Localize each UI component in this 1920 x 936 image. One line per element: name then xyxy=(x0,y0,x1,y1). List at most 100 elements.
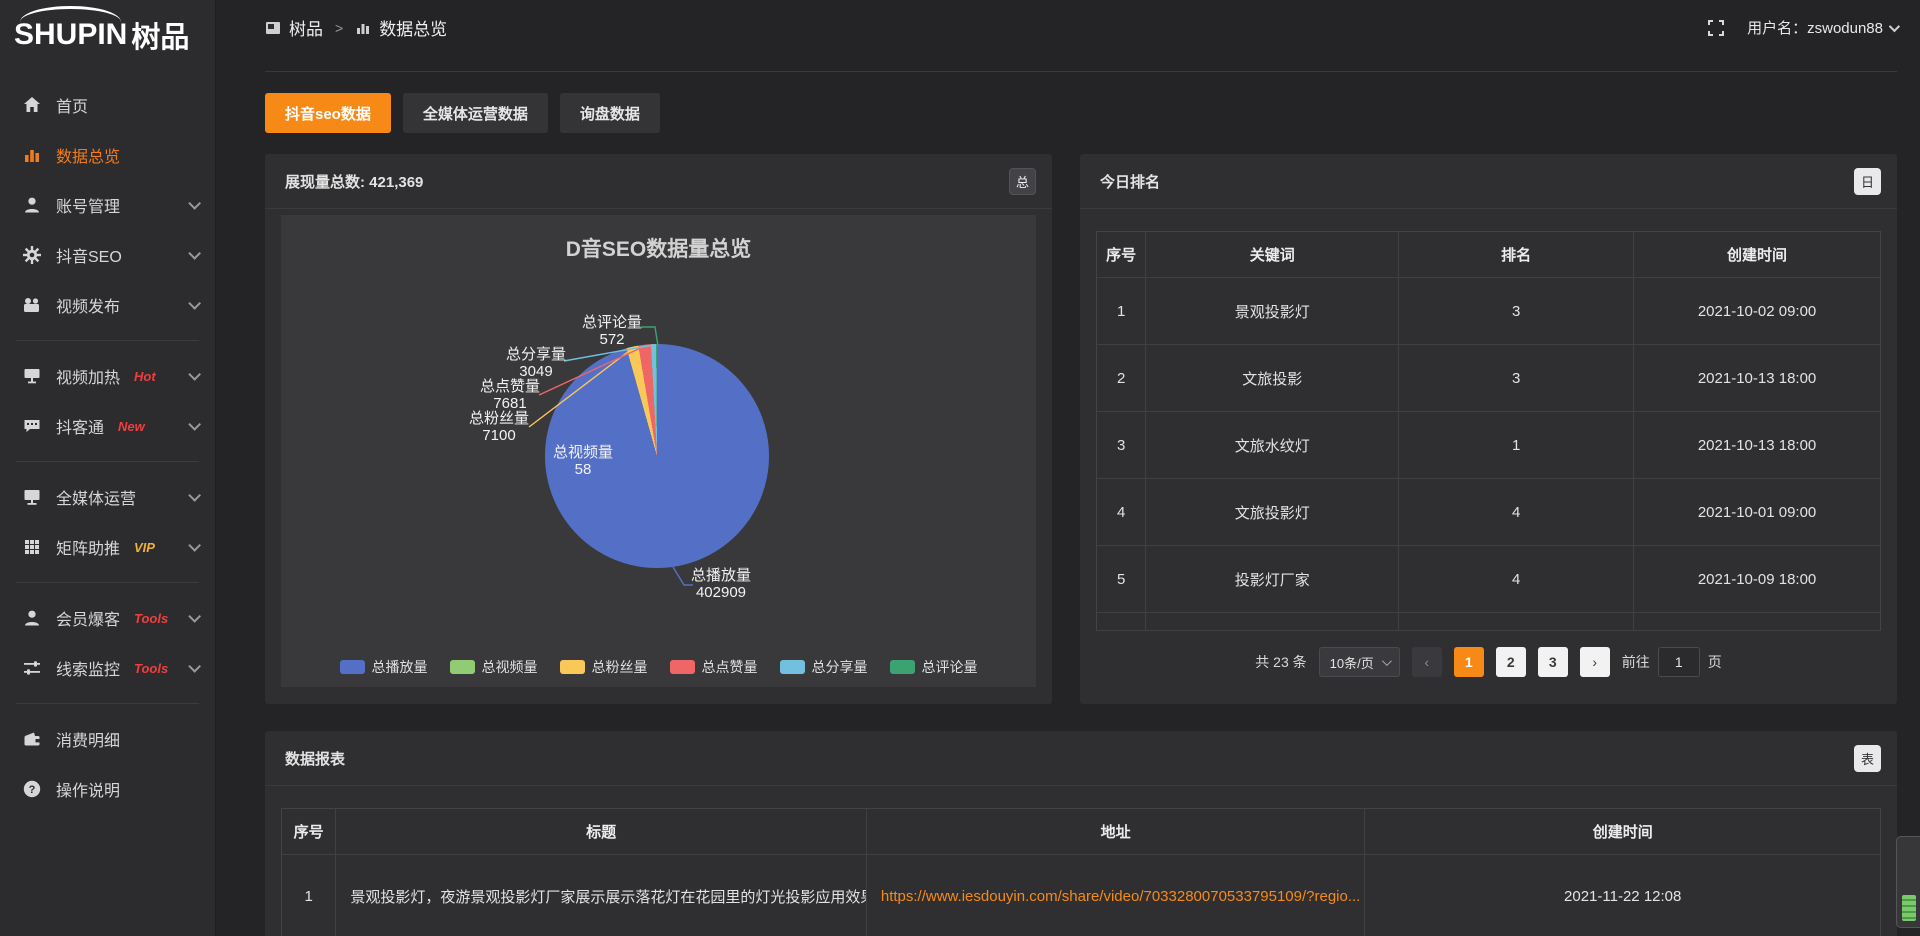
table-cell: 2021-10-01 09:00 xyxy=(1634,479,1880,545)
sidebar-item-label: 数据总览 xyxy=(56,143,120,167)
table-row: 4文旅投影灯42021-10-01 09:00 xyxy=(1097,479,1880,546)
table-cell: 景观投影灯 xyxy=(1146,278,1399,344)
ranking-panel: 今日排名 日 序号关键词排名创建时间1景观投影灯32021-10-02 09:0… xyxy=(1080,154,1897,704)
sidebar-item-7[interactable]: 抖客通New xyxy=(0,401,215,451)
logo-en-wrap: SHUPIN xyxy=(14,18,127,52)
created-time: 2021-11-22 12:08 xyxy=(1365,855,1880,936)
table-cell: 2021-10-13 18:00 xyxy=(1634,345,1880,411)
sidebar-item-10[interactable]: 会员爆客Tools xyxy=(0,593,215,643)
breadcrumb-current: 数据总览 xyxy=(379,15,447,40)
legend-item-总播放量[interactable]: 总播放量 xyxy=(340,657,428,677)
impressions-panel: 展现量总数: 421,369 总 D音SEO数据量总览 总播放量402909总视… xyxy=(265,154,1052,704)
pie-label-总粉丝量: 总粉丝量7100 xyxy=(469,410,529,444)
next-page-button[interactable]: › xyxy=(1580,647,1610,677)
page-size-value: 10条/页 xyxy=(1330,653,1374,672)
chevron-down-icon xyxy=(188,368,201,381)
sidebar-item-6[interactable]: 视频加热Hot xyxy=(0,351,215,401)
sidebar-item-label: 账号管理 xyxy=(56,193,120,217)
column-header: 创建时间 xyxy=(1634,232,1880,277)
chevron-down-icon xyxy=(188,297,201,310)
username-label: 用户名：zswodun88 xyxy=(1747,17,1883,38)
report-panel-header: 数据报表 表 xyxy=(265,731,1897,786)
column-header: 创建时间 xyxy=(1365,809,1880,854)
sidebar-item-3[interactable]: 账号管理 xyxy=(0,180,215,230)
sidebar-item-12[interactable]: 消费明细 xyxy=(0,714,215,764)
column-header: 序号 xyxy=(1097,232,1146,277)
page-button-3[interactable]: 3 xyxy=(1538,647,1568,677)
sidebar-item-13[interactable]: ?操作说明 xyxy=(0,764,215,814)
table-cell: 5 xyxy=(1097,546,1146,612)
pie-label-总视频量: 总视频量58 xyxy=(553,444,613,478)
sidebar-item-label: 消费明细 xyxy=(56,727,120,751)
table-header-row: 序号关键词排名创建时间 xyxy=(1097,232,1880,278)
main-area: 树品 > 数据总览 用户名：zswodun88 抖音s xyxy=(216,0,1920,936)
sidebar-item-5[interactable]: 视频发布 xyxy=(0,280,215,330)
logo-text-cn: 树品 xyxy=(131,14,189,56)
message-icon xyxy=(22,416,42,436)
ranking-table: 序号关键词排名创建时间1景观投影灯32021-10-02 09:002文旅投影3… xyxy=(1096,231,1881,631)
sidebar-badge: VIP xyxy=(134,540,155,555)
video-title: 景观投影灯，夜游景观投影灯厂家展示展示落花灯在花园里的灯光投影应用效果 # xyxy=(336,855,867,936)
total-view-button[interactable]: 总 xyxy=(1009,168,1036,195)
legend-swatch xyxy=(340,660,365,674)
sidebar-item-label: 线索监控 xyxy=(56,656,120,680)
pie-label-总评论量: 总评论量572 xyxy=(582,314,642,348)
sidebar-item-11[interactable]: 线索监控Tools xyxy=(0,643,215,693)
user-menu[interactable]: 用户名：zswodun88 xyxy=(1747,17,1897,38)
chevron-down-icon xyxy=(1889,20,1900,31)
legend-item-总评论量[interactable]: 总评论量 xyxy=(890,657,978,677)
page-size-select[interactable]: 10条/页 xyxy=(1319,647,1400,677)
tab-1[interactable]: 抖音seo数据 xyxy=(265,93,391,133)
table-cell: 3 xyxy=(1399,345,1634,411)
legend-label: 总分享量 xyxy=(812,657,868,677)
goto-page-input[interactable] xyxy=(1658,647,1700,677)
legend-item-总粉丝量[interactable]: 总粉丝量 xyxy=(560,657,648,677)
table-view-button[interactable]: 表 xyxy=(1854,745,1881,772)
floating-widget[interactable] xyxy=(1896,836,1920,928)
sidebar-divider xyxy=(16,703,199,704)
legend-item-总点赞量[interactable]: 总点赞量 xyxy=(670,657,758,677)
sidebar-divider xyxy=(16,340,199,341)
page-button-2[interactable]: 2 xyxy=(1496,647,1526,677)
pie-label-总播放量: 总播放量402909 xyxy=(691,567,751,601)
topbar: 树品 > 数据总览 用户名：zswodun88 xyxy=(265,0,1897,55)
tab-2[interactable]: 全媒体运营数据 xyxy=(403,93,548,133)
pagination: 共 23 条 10条/页 ‹ 123 › 前往 页 xyxy=(1080,647,1897,677)
sidebar-item-9[interactable]: 矩阵助推VIP xyxy=(0,522,215,572)
fullscreen-icon[interactable] xyxy=(1707,19,1725,37)
legend-item-总视频量[interactable]: 总视频量 xyxy=(450,657,538,677)
table-row: 2文旅投影32021-10-13 18:00 xyxy=(1097,345,1880,412)
chart-legend: 总播放量 总视频量 总粉丝量 总点赞量 总分享量 总评论量 xyxy=(281,657,1036,677)
sidebar: SHUPIN 树品 首页数据总览账号管理抖音SEO视频发布视频加热Hot抖客通N… xyxy=(0,0,216,936)
pie-label-总分享量: 总分享量3049 xyxy=(506,346,566,380)
panels-row: 展现量总数: 421,369 总 D音SEO数据量总览 总播放量402909总视… xyxy=(265,154,1897,704)
page-button-1[interactable]: 1 xyxy=(1454,647,1484,677)
tab-3[interactable]: 询盘数据 xyxy=(560,93,660,133)
day-view-button[interactable]: 日 xyxy=(1854,168,1881,195)
video-url-link[interactable]: https://www.iesdouyin.com/share/video/70… xyxy=(867,855,1366,936)
sliders-icon xyxy=(22,658,42,678)
page-buttons: 123 xyxy=(1454,647,1568,677)
screen-icon xyxy=(22,366,42,386)
breadcrumb: 树品 > 数据总览 xyxy=(265,15,447,40)
sidebar-item-8[interactable]: 全媒体运营 xyxy=(0,472,215,522)
table-cell: 2021-10-02 09:00 xyxy=(1634,278,1880,344)
sidebar-badge: New xyxy=(118,419,145,434)
table-cell: 文旅投影灯 xyxy=(1146,479,1399,545)
breadcrumb-home[interactable]: 树品 xyxy=(289,15,323,40)
table-row: 1景观投影灯32021-10-02 09:00 xyxy=(1097,278,1880,345)
table-cell: 4 xyxy=(1097,479,1146,545)
app-grid-icon xyxy=(265,20,281,36)
sidebar-item-2[interactable]: 数据总览 xyxy=(0,130,215,180)
chevron-down-icon xyxy=(188,418,201,431)
sidebar-item-1[interactable]: 首页 xyxy=(0,80,215,130)
legend-item-总分享量[interactable]: 总分享量 xyxy=(780,657,868,677)
table-row: 3文旅水纹灯12021-10-13 18:00 xyxy=(1097,412,1880,479)
legend-swatch xyxy=(780,660,805,674)
bar-chart-icon xyxy=(22,145,42,165)
prev-page-button[interactable]: ‹ xyxy=(1412,647,1442,677)
wallet-icon xyxy=(22,729,42,749)
monitor-icon xyxy=(22,487,42,507)
sidebar-item-4[interactable]: 抖音SEO xyxy=(0,230,215,280)
sidebar-item-label: 会员爆客 xyxy=(56,606,120,630)
